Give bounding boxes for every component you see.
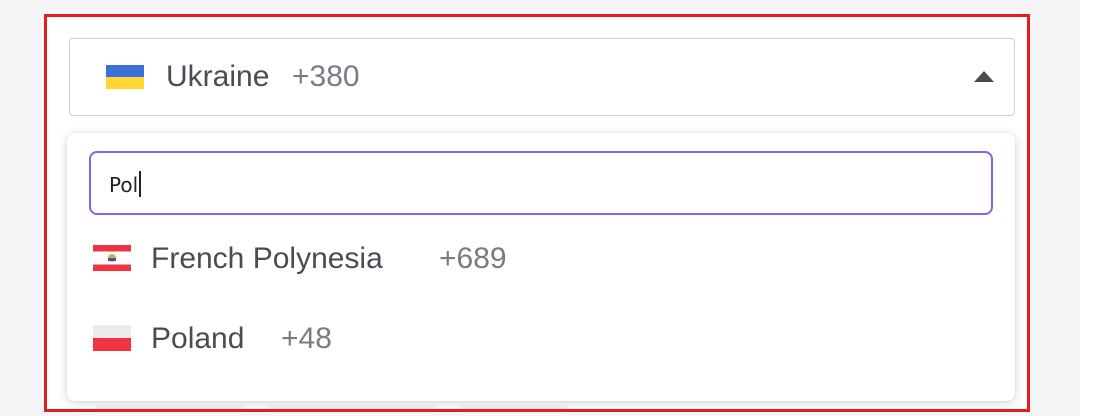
country-option-dial-code: +689 <box>439 242 507 275</box>
country-search-input[interactable]: Pol <box>89 151 993 215</box>
page-edge-strip <box>1080 0 1108 416</box>
caret-up-icon[interactable] <box>974 71 994 82</box>
poland-flag-icon <box>93 325 131 351</box>
french-polynesia-flag-icon <box>93 245 131 271</box>
selected-dial-code: +380 <box>292 60 360 93</box>
ukraine-flag-icon <box>106 65 144 89</box>
search-value: Pol <box>109 173 139 197</box>
highlight-frame: Ukraine +380 Pol French Polynesia +689 P… <box>44 14 1030 412</box>
text-cursor <box>139 171 141 197</box>
country-option-name: French Polynesia <box>151 242 383 275</box>
underlying-content-shadow <box>87 403 607 409</box>
country-option-name: Poland <box>151 322 245 355</box>
selected-country-name: Ukraine <box>166 60 270 93</box>
country-code-select[interactable]: Ukraine +380 <box>69 38 1015 116</box>
country-option-dial-code: +48 <box>281 322 332 355</box>
country-option-french-polynesia[interactable]: French Polynesia +689 <box>67 221 1015 299</box>
country-dropdown: Pol French Polynesia +689 Poland +48 <box>67 133 1015 401</box>
country-option-poland[interactable]: Poland +48 <box>67 301 1015 379</box>
